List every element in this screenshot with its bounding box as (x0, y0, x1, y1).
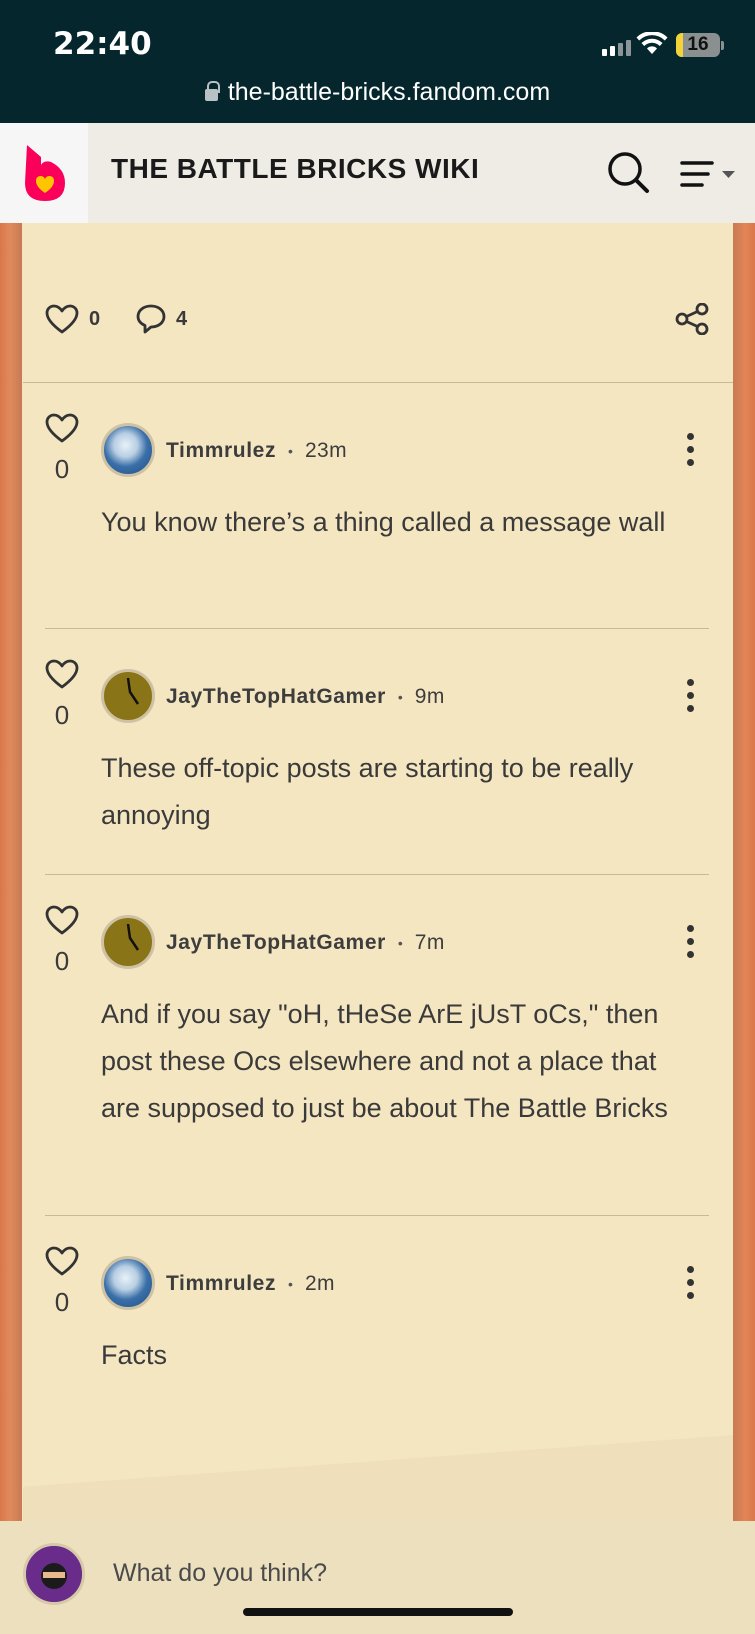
comment-text: And if you say "oH, tHeSe ArE jUsT oCs,"… (101, 999, 668, 1123)
more-options-icon[interactable] (685, 925, 695, 964)
more-options-icon[interactable] (685, 1266, 695, 1305)
home-indicator (243, 1608, 513, 1616)
comment-username[interactable]: JayTheTopHatGamer (166, 931, 386, 955)
avatar[interactable] (101, 1256, 155, 1310)
comment-icon (136, 304, 166, 334)
fandom-flame-icon (25, 145, 65, 201)
comment-username[interactable]: Timmrulez (166, 439, 276, 463)
avatar[interactable] (101, 423, 155, 477)
status-time: 22:40 (53, 26, 152, 62)
comment-time: 9m (414, 685, 445, 708)
comment-username[interactable]: Timmrulez (166, 1272, 276, 1296)
wifi-icon (636, 32, 668, 54)
post-comment-button[interactable]: 4 (136, 304, 187, 334)
comment-text: You know there’s a thing called a messag… (101, 507, 666, 537)
comment-item: 0 JayTheTopHatGamer • 9m These off-topic… (23, 659, 733, 874)
divider (45, 1215, 709, 1216)
heart-icon (45, 1246, 79, 1276)
comment-item: 0 Timmrulez • 2m Facts (23, 1246, 733, 1396)
cellular-signal-icon (602, 40, 631, 56)
url-domain: the-battle-bricks.fandom.com (227, 78, 551, 106)
battery-icon: 16 (676, 33, 720, 57)
share-icon[interactable] (675, 303, 709, 335)
browser-top-bar: 22:40 16 the-battle-bricks.fandom.com (0, 0, 755, 123)
post-like-count: 0 (89, 307, 101, 330)
comment-like-count: 0 (54, 454, 70, 484)
post-comment-count: 4 (176, 307, 188, 330)
comment-time: 23m (304, 439, 348, 462)
comment-item: 0 Timmrulez • 23m You know there’s a thi… (23, 413, 733, 628)
more-options-icon[interactable] (685, 433, 695, 472)
heart-icon (45, 905, 79, 935)
comment-time: 7m (414, 931, 445, 954)
avatar (23, 1543, 85, 1605)
avatar[interactable] (101, 669, 155, 723)
comment-like-button[interactable]: 0 (45, 905, 79, 977)
comment-text: Facts (101, 1340, 168, 1370)
comment-like-count: 0 (54, 1287, 70, 1317)
comment-time: 2m (304, 1272, 335, 1295)
heart-icon (45, 659, 79, 689)
divider (45, 628, 709, 629)
comment-like-count: 0 (54, 700, 70, 730)
menu-icon[interactable] (680, 160, 738, 190)
avatar[interactable] (101, 915, 155, 969)
url-bar[interactable]: the-battle-bricks.fandom.com (0, 78, 755, 107)
lock-icon (204, 81, 220, 101)
comment-like-button[interactable]: 0 (45, 413, 79, 485)
fandom-logo[interactable] (0, 123, 88, 223)
comment-like-button[interactable]: 0 (45, 659, 79, 731)
post-actions: 0 4 (23, 223, 733, 383)
post-like-button[interactable]: 0 (45, 304, 100, 334)
divider (45, 874, 709, 875)
heart-icon (45, 304, 79, 334)
heart-icon (45, 413, 79, 443)
reply-composer[interactable]: What do you think? (0, 1521, 755, 1634)
wiki-title: THE BATTLE BRICKS WIKI (111, 153, 480, 184)
comment-username[interactable]: JayTheTopHatGamer (166, 685, 386, 709)
more-options-icon[interactable] (685, 679, 695, 718)
battery-level: 16 (687, 34, 709, 55)
chevron-down-icon (722, 171, 735, 178)
comment-like-button[interactable]: 0 (45, 1246, 79, 1318)
search-icon[interactable] (606, 150, 650, 194)
reply-input-placeholder: What do you think? (113, 1559, 328, 1587)
comment-text: These off-topic posts are starting to be… (101, 753, 634, 830)
comment-like-count: 0 (54, 946, 70, 976)
comment-item: 0 JayTheTopHatGamer • 7m And if you say … (23, 905, 733, 1215)
